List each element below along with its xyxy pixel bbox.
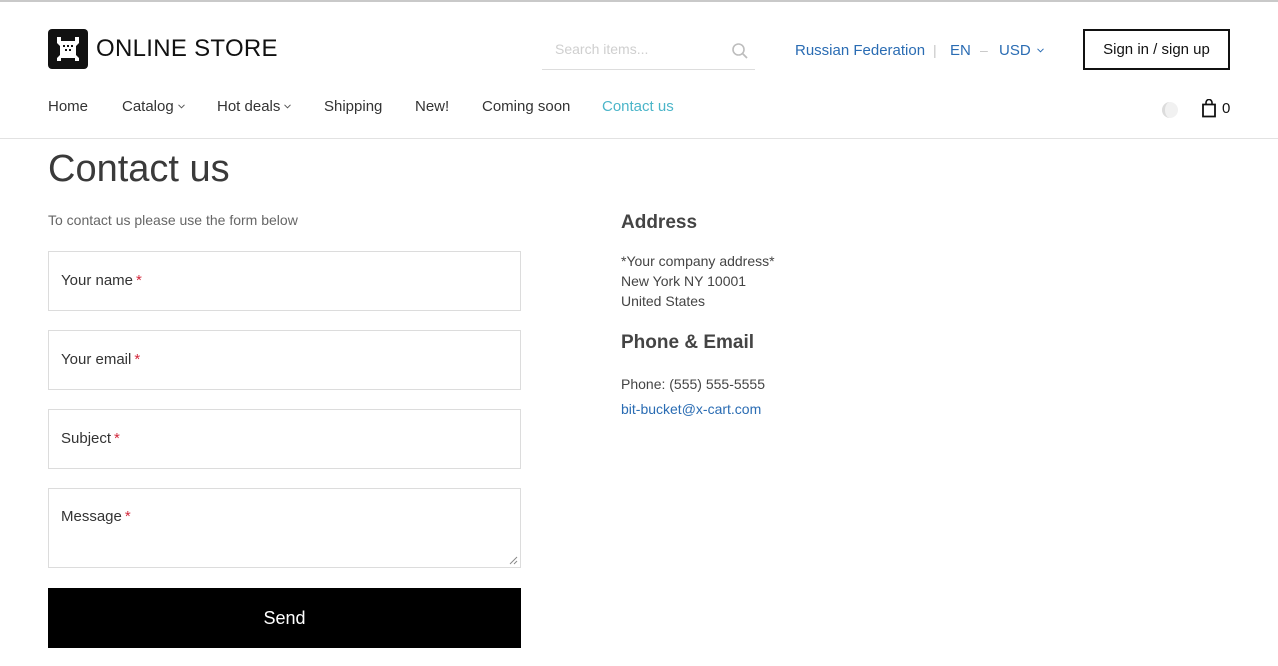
required-marker: * (124, 508, 131, 525)
country-label: Russian Federation (795, 41, 926, 59)
subject-field-label: Subject * (61, 430, 120, 447)
chevron-down-icon (1036, 47, 1044, 53)
email-field[interactable]: Your email * (48, 330, 521, 390)
logo-text: ONLINE STORE (96, 35, 278, 62)
nav-item-catalog[interactable]: Catalog (122, 98, 185, 115)
required-marker: * (114, 430, 120, 447)
nav-item-coming-soon[interactable]: Coming soon (482, 98, 570, 115)
name-field[interactable]: Your name * (48, 251, 521, 311)
nav-item-shipping[interactable]: Shipping (324, 98, 382, 115)
form-intro: To contact us please use the form below (48, 212, 298, 228)
message-field-label: Message * (61, 508, 131, 525)
email-link[interactable]: bit-bucket@x-cart.com (621, 401, 761, 417)
nav-item-label: Home (48, 98, 89, 115)
language-label: EN (950, 41, 971, 59)
search-input[interactable] (542, 38, 722, 60)
address-line: New York NY 10001 (621, 273, 747, 289)
search-icon[interactable] (731, 42, 749, 60)
separator: – (980, 42, 988, 58)
phone-email-heading: Phone & Email (621, 332, 755, 353)
message-field[interactable]: Message * (48, 488, 521, 568)
subject-field[interactable]: Subject * (48, 409, 521, 469)
phone-number: Phone: (555) 555-5555 (621, 376, 765, 392)
cart-count: 0 (1222, 100, 1231, 117)
address-line: United States (621, 293, 706, 309)
chevron-down-icon (284, 104, 292, 109)
search-box (542, 30, 755, 70)
nav-item-label: New! (415, 98, 450, 115)
required-marker: * (136, 272, 142, 289)
cart-button[interactable]: 0 (1201, 99, 1230, 118)
email-field-label: Your email * (61, 351, 141, 368)
nav-item-hot-deals[interactable]: Hot deals (217, 98, 292, 115)
theme-toggle-icon[interactable] (1161, 101, 1179, 119)
country-selector[interactable]: Russian Federation (795, 40, 925, 60)
logo-icon (48, 29, 88, 69)
shopping-bag-icon (1202, 99, 1216, 118)
nav-item-label: Shipping (324, 98, 383, 115)
store-logo[interactable]: ONLINE STORE (48, 29, 278, 69)
address-line: *Your company address* (621, 253, 775, 269)
resize-handle-icon[interactable] (509, 556, 518, 565)
nav-item-label: Coming soon (482, 98, 571, 115)
nav-item-label: Hot deals (217, 98, 281, 115)
address-heading: Address (621, 212, 698, 233)
send-button[interactable]: Send (48, 588, 521, 648)
currency-label: USD (999, 41, 1031, 59)
required-marker: * (134, 351, 141, 368)
nav-item-home[interactable]: Home (48, 98, 88, 115)
currency-selector[interactable]: USD (999, 40, 1044, 60)
nav-item-new[interactable]: New! (415, 98, 449, 115)
sign-in-button[interactable]: Sign in / sign up (1083, 29, 1230, 70)
header-divider (0, 138, 1278, 139)
nav-item-label: Catalog (122, 98, 174, 115)
nav-item-contact-us[interactable]: Contact us (602, 98, 674, 115)
name-field-label: Your name * (61, 272, 142, 289)
page-title: Contact us (48, 148, 230, 190)
nav-item-label: Contact us (602, 98, 674, 115)
separator: | (933, 42, 937, 58)
language-selector[interactable]: EN (950, 40, 971, 60)
chevron-down-icon (177, 104, 185, 109)
top-border (0, 0, 1278, 2)
